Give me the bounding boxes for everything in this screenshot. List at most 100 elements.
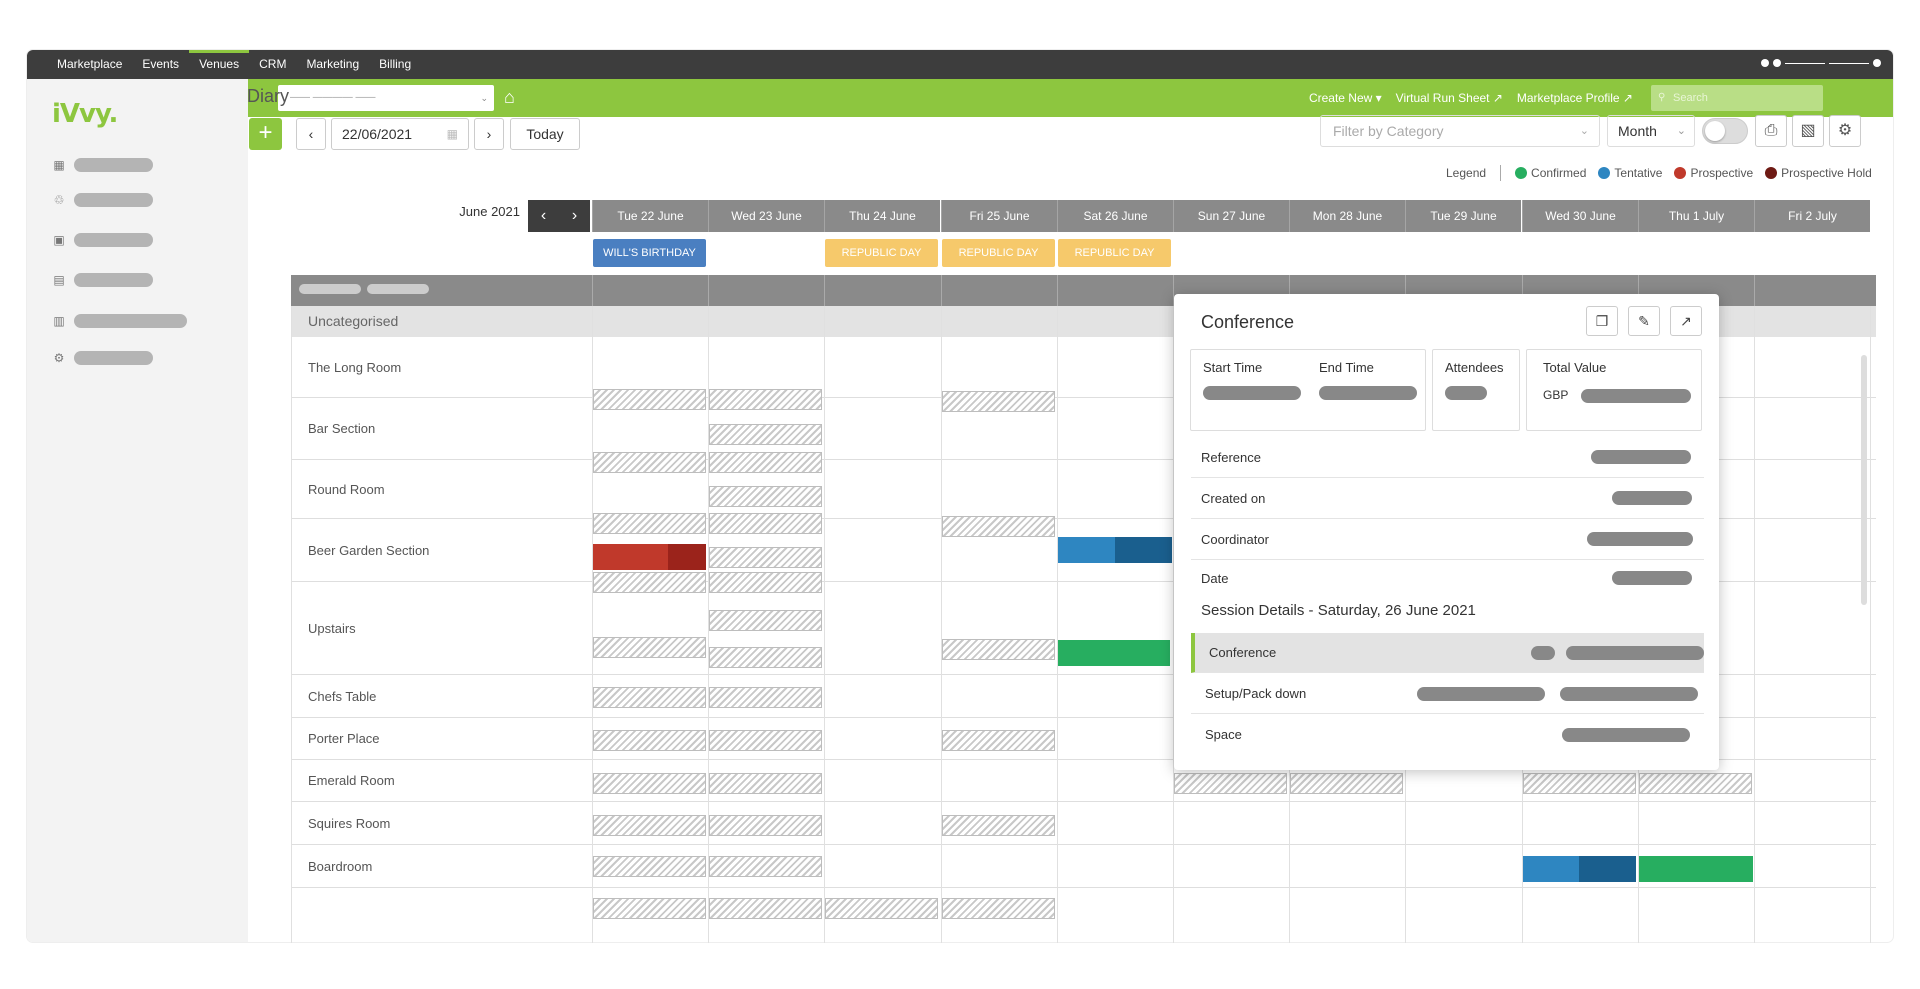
day-header[interactable]: Sun 27 June bbox=[1173, 200, 1289, 232]
sidebar-item-calendar[interactable]: ▦ bbox=[52, 158, 153, 172]
unavailable-block[interactable] bbox=[942, 898, 1055, 919]
duplicate-button[interactable]: ❐ bbox=[1586, 306, 1618, 336]
sidebar-item-reports[interactable]: ▥ bbox=[52, 314, 187, 328]
unavailable-block[interactable] bbox=[593, 572, 706, 593]
room-label[interactable]: Boardroom bbox=[308, 859, 372, 874]
nav-marketing[interactable]: Marketing bbox=[296, 50, 369, 79]
tentative-booking[interactable] bbox=[1058, 537, 1115, 563]
unavailable-block[interactable] bbox=[709, 730, 822, 751]
open-external-button[interactable]: ↗ bbox=[1670, 306, 1702, 336]
search-input[interactable]: ⚲ Search bbox=[1651, 85, 1823, 111]
ivvy-logo[interactable]: iVvy. bbox=[52, 99, 118, 129]
sidebar-item-venues[interactable]: ▣ bbox=[52, 233, 153, 247]
day-header[interactable]: Fri 25 June bbox=[941, 200, 1057, 232]
today-button[interactable]: Today bbox=[510, 118, 580, 150]
day-header[interactable]: Sat 26 June bbox=[1057, 200, 1173, 232]
unavailable-block[interactable] bbox=[1174, 773, 1287, 794]
unavailable-block[interactable] bbox=[1523, 773, 1636, 794]
day-header[interactable]: Tue 22 June bbox=[592, 200, 708, 232]
view-toggle[interactable] bbox=[1702, 118, 1748, 144]
day-header[interactable]: Tue 29 June bbox=[1405, 200, 1521, 232]
room-label[interactable]: Chefs Table bbox=[308, 689, 376, 704]
unavailable-block[interactable] bbox=[593, 513, 706, 534]
unavailable-block[interactable] bbox=[709, 856, 822, 877]
settings-button[interactable]: ⚙ bbox=[1829, 115, 1861, 147]
tentative-booking[interactable] bbox=[1115, 537, 1172, 563]
unavailable-block[interactable] bbox=[709, 815, 822, 836]
unavailable-block[interactable] bbox=[942, 815, 1055, 836]
unavailable-block[interactable] bbox=[709, 452, 822, 473]
virtual-run-sheet-link[interactable]: Virtual Run Sheet ↗ bbox=[1396, 91, 1503, 105]
chevron-left-icon[interactable]: ‹ bbox=[541, 200, 546, 232]
tentative-booking[interactable] bbox=[1523, 856, 1579, 882]
venue-select[interactable]: —— ———— —— ⌄ bbox=[278, 85, 494, 111]
nav-events[interactable]: Events bbox=[132, 50, 189, 79]
unavailable-block[interactable] bbox=[709, 486, 822, 507]
unavailable-block[interactable] bbox=[593, 856, 706, 877]
day-header[interactable]: Fri 2 July bbox=[1754, 200, 1870, 232]
unavailable-block[interactable] bbox=[593, 637, 706, 658]
unavailable-block[interactable] bbox=[825, 898, 938, 919]
confirmed-booking[interactable] bbox=[1639, 856, 1753, 882]
unavailable-block[interactable] bbox=[709, 773, 822, 794]
view-select[interactable]: Month ⌄ bbox=[1607, 115, 1695, 147]
room-label[interactable]: Beer Garden Section bbox=[308, 543, 429, 558]
unavailable-block[interactable] bbox=[709, 513, 822, 534]
date-input[interactable]: 22/06/2021 ▦ bbox=[331, 118, 469, 150]
unavailable-block[interactable] bbox=[709, 389, 822, 410]
holiday-badge[interactable]: REPUBLIC DAY bbox=[942, 239, 1055, 267]
room-label[interactable]: Bar Section bbox=[308, 421, 375, 436]
unavailable-block[interactable] bbox=[1639, 773, 1752, 794]
print-button[interactable]: ⎙ bbox=[1755, 115, 1787, 147]
unavailable-block[interactable] bbox=[593, 773, 706, 794]
create-new-button[interactable]: Create New ▾ bbox=[1309, 91, 1382, 105]
category-filter[interactable]: Filter by Category ⌄ bbox=[1320, 115, 1600, 147]
unavailable-block[interactable] bbox=[709, 898, 822, 919]
day-header[interactable]: Thu 24 June bbox=[824, 200, 940, 232]
unavailable-block[interactable] bbox=[593, 389, 706, 410]
session-row-conference[interactable]: Conference bbox=[1191, 633, 1704, 673]
day-header[interactable]: Wed 23 June bbox=[708, 200, 824, 232]
prospective-hold-booking[interactable] bbox=[668, 544, 706, 570]
sidebar-item-calculator[interactable]: ▤ bbox=[52, 273, 153, 287]
prev-date-button[interactable]: ‹ bbox=[296, 118, 326, 150]
day-header[interactable]: Mon 28 June bbox=[1289, 200, 1405, 232]
session-row-setup[interactable]: Setup/Pack down bbox=[1191, 674, 1704, 714]
confirmed-booking[interactable] bbox=[1058, 640, 1170, 666]
unavailable-block[interactable] bbox=[709, 610, 822, 631]
unavailable-block[interactable] bbox=[593, 730, 706, 751]
room-label[interactable]: Upstairs bbox=[308, 621, 356, 636]
calendar-icon[interactable]: ▦ bbox=[447, 119, 458, 149]
unavailable-block[interactable] bbox=[709, 547, 822, 568]
unavailable-block[interactable] bbox=[709, 424, 822, 445]
scrollbar[interactable] bbox=[1861, 355, 1867, 605]
unavailable-block[interactable] bbox=[1290, 773, 1403, 794]
sidebar-item-contacts[interactable]: ♲ bbox=[52, 193, 153, 207]
unavailable-block[interactable] bbox=[593, 687, 706, 708]
room-label[interactable]: Squires Room bbox=[308, 816, 390, 831]
add-booking-button[interactable]: + bbox=[249, 118, 282, 150]
holiday-badge[interactable]: REPUBLIC DAY bbox=[1058, 239, 1171, 267]
sidebar-item-settings[interactable]: ⚙ bbox=[52, 351, 153, 365]
unavailable-block[interactable] bbox=[942, 639, 1055, 660]
nav-billing[interactable]: Billing bbox=[369, 50, 421, 79]
chevron-right-icon[interactable]: › bbox=[572, 200, 577, 232]
unavailable-block[interactable] bbox=[942, 730, 1055, 751]
holiday-badge[interactable]: REPUBLIC DAY bbox=[825, 239, 938, 267]
export-excel-button[interactable]: ▧ bbox=[1792, 115, 1824, 147]
tentative-booking[interactable] bbox=[1579, 856, 1636, 882]
unavailable-block[interactable] bbox=[709, 687, 822, 708]
unavailable-block[interactable] bbox=[593, 815, 706, 836]
room-label[interactable]: Round Room bbox=[308, 482, 385, 497]
unavailable-block[interactable] bbox=[709, 647, 822, 668]
session-row-space[interactable]: Space bbox=[1191, 715, 1704, 755]
unavailable-block[interactable] bbox=[709, 572, 822, 593]
holiday-badge[interactable]: WILL'S BIRTHDAY bbox=[593, 239, 706, 267]
room-label[interactable]: The Long Room bbox=[308, 360, 401, 375]
day-header[interactable]: Thu 1 July bbox=[1638, 200, 1754, 232]
unavailable-block[interactable] bbox=[942, 516, 1055, 537]
marketplace-profile-link[interactable]: Marketplace Profile ↗ bbox=[1517, 91, 1633, 105]
prospective-booking[interactable] bbox=[593, 544, 668, 570]
unavailable-block[interactable] bbox=[593, 898, 706, 919]
edit-button[interactable]: ✎ bbox=[1628, 306, 1660, 336]
